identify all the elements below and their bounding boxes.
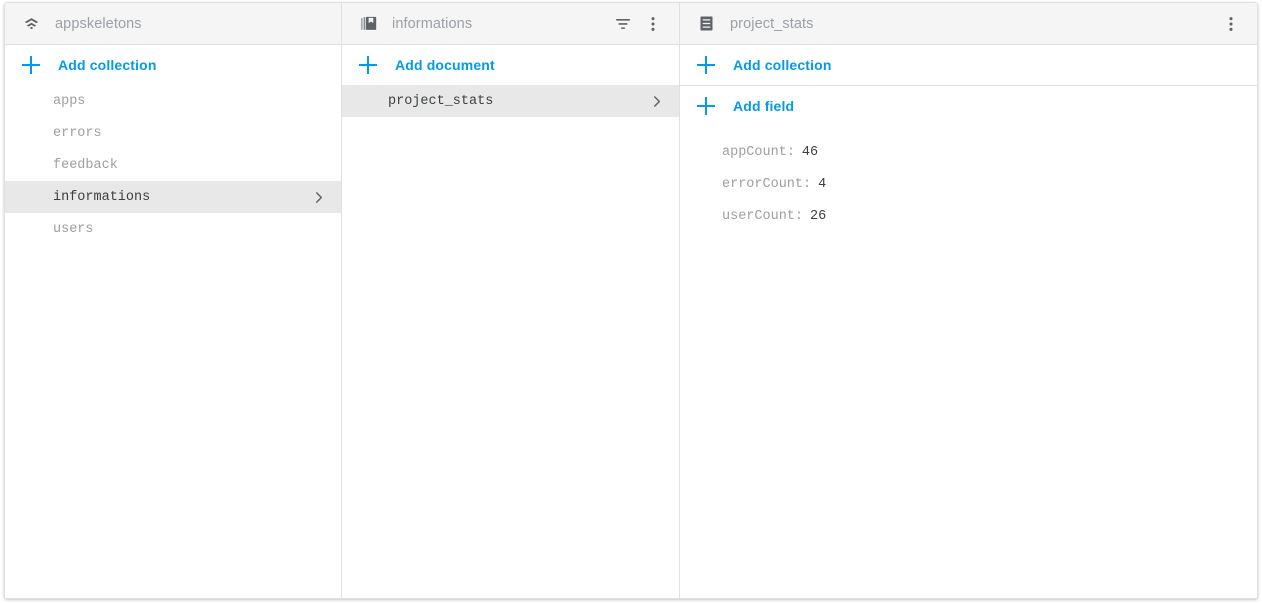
collection-name: informations <box>392 16 609 32</box>
add-field-label: Add field <box>733 98 794 114</box>
field-separator: : <box>795 209 803 224</box>
document-header-actions <box>1217 10 1245 38</box>
more-vert-icon[interactable] <box>639 10 667 38</box>
database-panel-body: Add collection apps errors feedback informa… <box>5 45 341 598</box>
document-icon <box>696 14 716 34</box>
collection-item-label: informations <box>53 190 309 205</box>
add-collection-label: Add collection <box>58 57 157 73</box>
plus-icon <box>697 56 715 74</box>
plus-icon <box>359 56 377 74</box>
field-value: 4 <box>818 177 826 192</box>
database-panel: appskeletons Add collection apps errors fe… <box>5 3 342 598</box>
add-document-button[interactable]: Add document <box>342 45 679 85</box>
collection-item-feedback[interactable]: feedback <box>5 149 341 181</box>
field-key: userCount <box>722 209 795 224</box>
field-key: appCount <box>722 145 787 160</box>
field-separator: : <box>787 145 795 160</box>
firestore-data-browser: appskeletons Add collection apps errors fe… <box>4 2 1258 599</box>
collection-list: apps errors feedback informations users <box>5 85 341 245</box>
chevron-right-icon <box>309 188 327 206</box>
add-document-label: Add document <box>395 57 495 73</box>
field-key: errorCount <box>722 177 803 192</box>
field-row-userCount[interactable]: userCount:26 <box>680 200 1257 232</box>
collection-item-users[interactable]: users <box>5 213 341 245</box>
add-subcollection-button[interactable]: Add collection <box>680 45 1257 85</box>
add-subcollection-label: Add collection <box>733 57 832 73</box>
field-row-errorCount[interactable]: errorCount:4 <box>680 168 1257 200</box>
document-name: project_stats <box>730 16 1217 32</box>
field-value: 46 <box>802 145 818 160</box>
firestore-database-icon <box>21 14 41 34</box>
collection-header-actions <box>609 10 667 38</box>
add-field-button[interactable]: Add field <box>680 86 1257 126</box>
plus-icon <box>697 97 715 115</box>
field-list: appCount:46errorCount:4userCount:26 <box>680 126 1257 232</box>
document-item-project_stats[interactable]: project_stats <box>342 85 679 117</box>
database-panel-header: appskeletons <box>5 3 341 45</box>
collection-item-apps[interactable]: apps <box>5 85 341 117</box>
collection-item-informations[interactable]: informations <box>5 181 341 213</box>
document-list: project_stats <box>342 85 679 117</box>
collection-panel-body: Add document project_stats <box>342 45 679 598</box>
document-panel-body: Add collection Add field appCount:46erro… <box>680 45 1257 598</box>
field-value: 26 <box>810 209 826 224</box>
collection-item-label: errors <box>53 126 333 141</box>
add-collection-button[interactable]: Add collection <box>5 45 341 85</box>
collection-panel-header: informations <box>342 3 679 45</box>
document-item-label: project_stats <box>388 94 647 109</box>
field-row-appCount[interactable]: appCount:46 <box>680 136 1257 168</box>
collection-item-label: apps <box>53 94 333 109</box>
collection-icon <box>358 14 378 34</box>
collection-item-errors[interactable]: errors <box>5 117 341 149</box>
more-vert-icon[interactable] <box>1217 10 1245 38</box>
collection-item-label: feedback <box>53 158 333 173</box>
database-name: appskeletons <box>55 16 329 32</box>
collection-panel: informations <box>342 3 680 598</box>
collection-item-label: users <box>53 222 333 237</box>
plus-icon <box>22 56 40 74</box>
chevron-right-icon <box>647 92 665 110</box>
document-panel: project_stats Add collection Add f <box>680 3 1257 598</box>
filter-icon[interactable] <box>609 10 637 38</box>
field-separator: : <box>803 177 811 192</box>
document-panel-header: project_stats <box>680 3 1257 45</box>
